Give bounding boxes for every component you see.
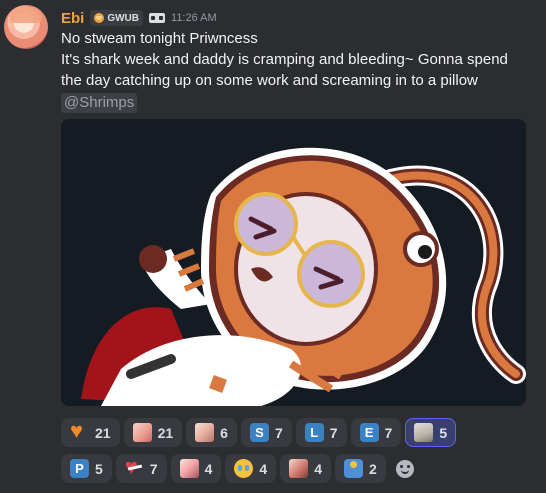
reaction-count: 21 [157,424,174,441]
reaction-count: 2 [368,460,377,477]
clan-tag-label: GWUB [107,12,140,24]
reaction-anime-girl[interactable]: 4 [170,454,222,483]
add-reaction-smiley-icon [395,459,414,478]
game-controller-badge-icon[interactable] [149,13,166,23]
reaction-count: 5 [95,460,103,477]
reactions-bar: 21 21 6 S 7 L 7 E 7 [61,418,531,490]
regional-l-icon: L [304,423,324,442]
regional-s-icon: S [249,423,269,442]
author-name[interactable]: Ebi [61,10,84,27]
reaction-orange-heart[interactable]: 21 [61,418,120,447]
user-mention[interactable]: @Shrimps [61,93,138,113]
add-reaction-button[interactable] [390,454,420,483]
reaction-letter-l[interactable]: L 7 [295,418,347,447]
reaction-people-hugging[interactable]: 2 [334,454,386,483]
orange-heart-icon [70,420,89,442]
anime-blush-emoji-icon [195,423,215,442]
reaction-count: 4 [259,460,268,477]
reaction-count: 7 [274,424,283,441]
chibi-shark-hood-illustration [61,119,526,406]
reaction-crying-face[interactable]: 4 [225,454,277,483]
reaction-count: 5 [439,424,448,441]
message-line-2: It's shark week and daddy is cramping an… [61,51,508,68]
reaction-count: 4 [204,460,213,477]
message-timestamp[interactable]: 11:26 AM [171,12,217,24]
reaction-cat[interactable]: 5 [405,418,457,447]
anime-sad-emoji-icon [289,459,309,478]
reaction-count: 6 [220,424,228,441]
message-header: Ebi GWUB 11:26 AM [61,8,217,28]
cat-emoji-icon [414,423,434,442]
anime-girl-emoji-icon [179,459,199,478]
chat-message: Ebi GWUB 11:26 AM No stweam tonight Priw… [0,0,546,493]
reaction-letter-e[interactable]: E 7 [350,418,402,447]
reaction-letter-p[interactable]: P 5 [61,454,112,483]
clan-tag[interactable]: GWUB [90,10,144,26]
reaction-count: 21 [95,424,111,441]
anime-face-emoji-icon [132,423,152,442]
regional-e-icon: E [359,423,379,442]
reaction-anime-blush[interactable]: 6 [186,418,237,447]
reaction-bandaged-heart[interactable]: 7 [115,454,167,483]
message-line-3: the day catching up on some work and scr… [61,72,478,89]
reaction-count: 7 [149,460,158,477]
reaction-count: 4 [314,460,322,477]
clan-shield-icon [94,13,105,23]
crying-face-icon [234,459,254,478]
reaction-count: 7 [329,424,338,441]
message-line-1: No stweam tonight Priwncess [61,30,258,47]
reaction-letter-s[interactable]: S 7 [240,418,292,447]
reaction-row-2: P 5 7 4 4 4 2 [61,454,531,483]
reaction-row-1: 21 21 6 S 7 L 7 E 7 [61,418,531,447]
regional-p-icon: P [70,459,89,478]
reaction-anime-sad[interactable]: 4 [280,454,331,483]
people-hugging-icon [343,459,363,478]
image-attachment[interactable] [61,119,526,406]
author-avatar[interactable] [4,5,48,49]
reaction-count: 7 [384,424,393,441]
bandaged-heart-icon [125,456,144,478]
reaction-anime-face[interactable]: 21 [123,418,183,447]
